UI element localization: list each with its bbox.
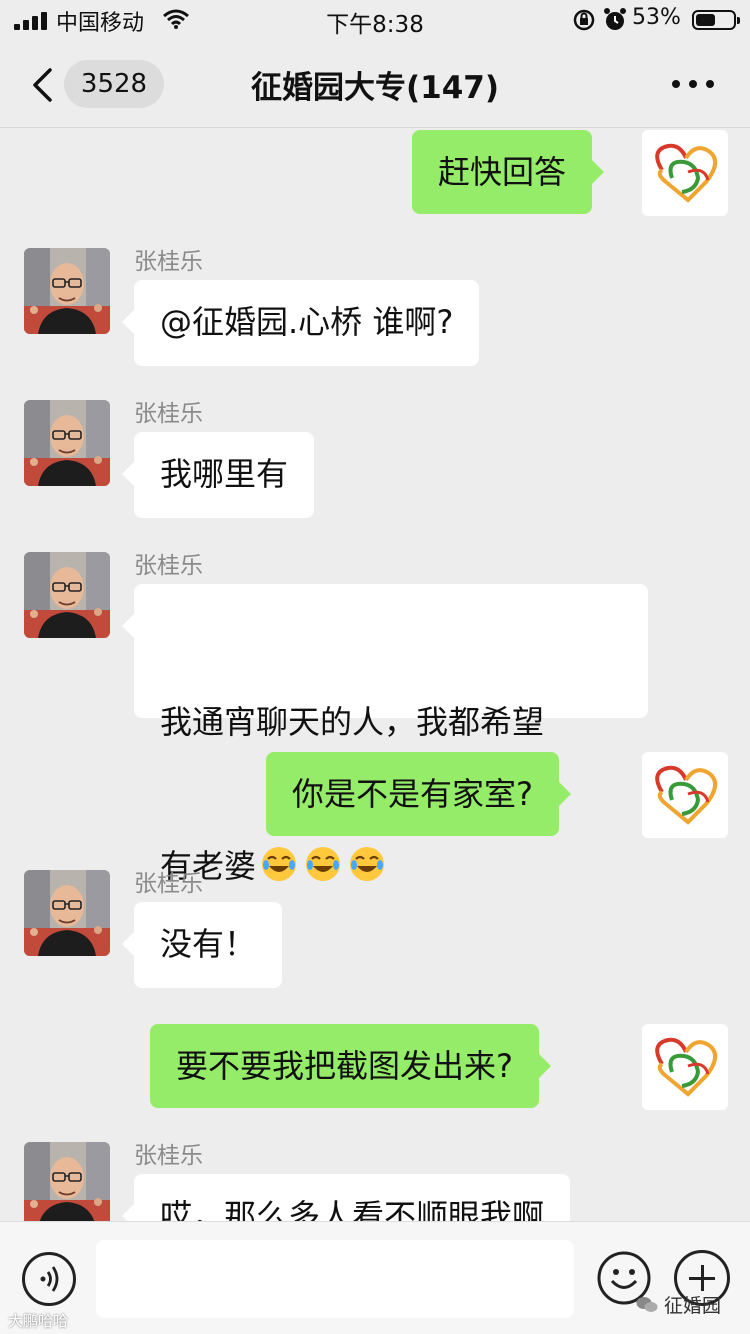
self-avatar[interactable] <box>642 130 728 216</box>
sender-avatar[interactable] <box>24 248 110 334</box>
orientation-lock-icon <box>573 9 595 31</box>
sender-name: 张桂乐 <box>134 1143 203 1169</box>
message-bubble-incoming[interactable]: 我哪里有 <box>121 432 315 518</box>
battery-percentage: 53% <box>632 5 681 30</box>
sender-name: 张桂乐 <box>134 401 203 427</box>
sender-name: 张桂乐 <box>134 553 203 579</box>
watermark-text: 征婚园 <box>664 1295 722 1317</box>
message-text-line: 我通宵聊天的人，我都希望 <box>160 703 545 741</box>
alarm-icon <box>604 8 626 30</box>
chat-title: 征婚园大专(147) <box>250 70 500 106</box>
status-bar: 中国移动 下午8:38 53% <box>0 0 750 40</box>
self-avatar[interactable] <box>642 752 728 838</box>
watermark-left: 大鹏哈哈 <box>8 1312 69 1330</box>
wechat-icon <box>636 1297 658 1312</box>
tears-of-joy-emoji <box>350 847 385 881</box>
sender-avatar[interactable] <box>24 400 110 486</box>
message-bubble-outgoing[interactable]: 你是不是有家室? <box>266 752 571 836</box>
self-avatar[interactable] <box>642 1024 728 1110</box>
message-bubble-incoming[interactable]: @征婚园.心桥 谁啊? <box>121 280 480 366</box>
battery-icon <box>692 10 740 30</box>
message-bubble-outgoing[interactable]: 赶快回答 <box>412 130 605 214</box>
message-bubble-incoming[interactable]: 我通宵聊天的人，我都希望 有老婆 <box>122 584 648 885</box>
tears-of-joy-emoji <box>306 847 341 881</box>
message-text-line-2: 有老婆 <box>160 842 622 890</box>
nav-bar: 3528 征婚园大专(147) <box>0 40 750 128</box>
sender-avatar[interactable] <box>24 870 110 956</box>
message-input[interactable] <box>96 1240 574 1318</box>
more-icon[interactable] <box>672 80 716 90</box>
sender-avatar[interactable] <box>24 1142 110 1221</box>
sender-name: 张桂乐 <box>134 249 203 275</box>
message-bubble-incoming[interactable]: 没有！ <box>121 902 283 988</box>
emoji-group <box>260 847 392 885</box>
sender-name: 张桂乐 <box>134 871 203 897</box>
chat-area[interactable]: 赶快回答 张桂乐 @征婚园.心桥 谁啊? 张桂乐 我哪里有 张桂乐 我通宵聊天的… <box>0 128 750 1221</box>
watermark-right: 征婚园 <box>636 1291 721 1318</box>
message-bubble-incoming[interactable]: 哎，那么多人看不顺眼我啊 <box>121 1174 571 1221</box>
voice-icon[interactable] <box>22 1252 76 1306</box>
battery-level <box>696 14 716 26</box>
message-bubble-outgoing[interactable]: 要不要我把截图发出来? <box>150 1024 551 1108</box>
tears-of-joy-emoji <box>262 847 297 881</box>
sender-avatar[interactable] <box>24 552 110 638</box>
